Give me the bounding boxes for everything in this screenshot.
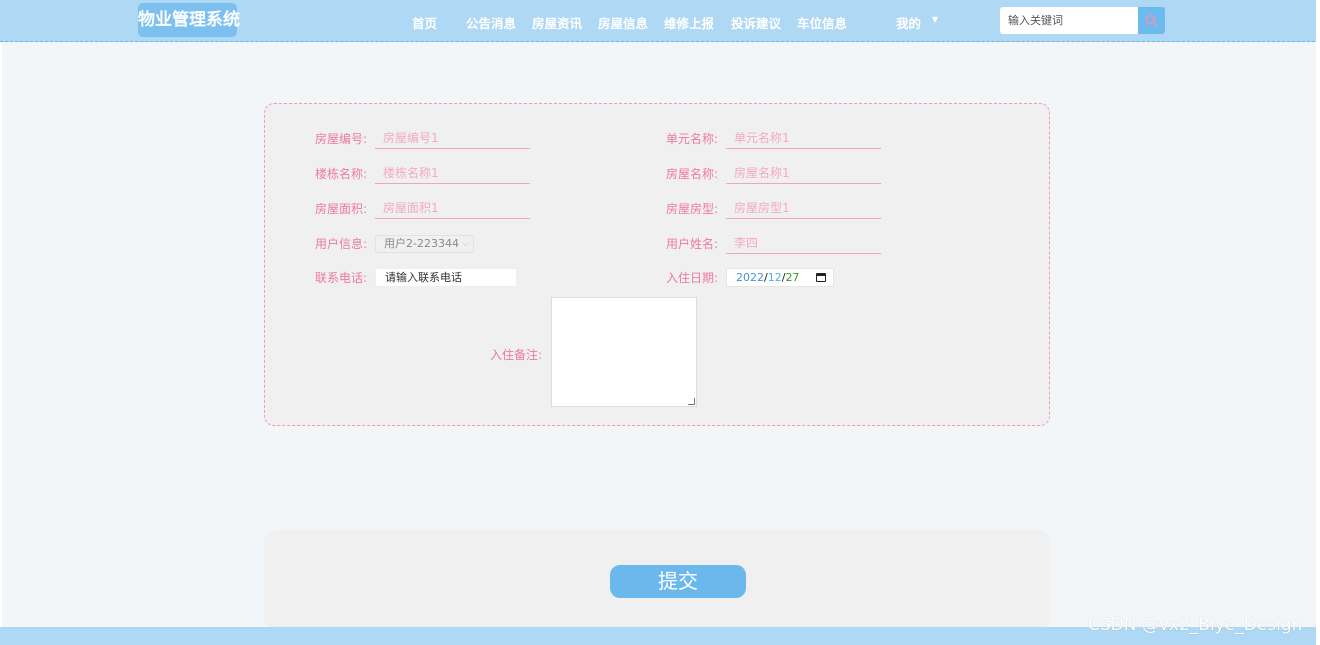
unit-name-field[interactable]: 单元名称1	[726, 129, 881, 149]
site-logo[interactable]: 物业管理系统	[138, 3, 240, 37]
nav-repair-report[interactable]: 维修上报	[664, 13, 714, 32]
chevron-down-icon: ⌵	[462, 239, 469, 249]
phone-label: 联系电话:	[315, 271, 368, 285]
user-name-field[interactable]: 李四	[726, 234, 881, 254]
checkin-date-label: 入住日期:	[666, 271, 719, 285]
checkin-month: 12	[767, 271, 782, 284]
house-no-label: 房屋编号:	[315, 132, 368, 146]
top-navbar: 物业管理系统 首页 公告消息 房屋资讯 房屋信息 维修上报 投诉建议 车位信息 …	[0, 0, 1320, 42]
house-name-field[interactable]: 房屋名称1	[726, 164, 881, 184]
house-type-label: 房屋房型:	[666, 202, 719, 216]
nav-announcements[interactable]: 公告消息	[466, 13, 516, 32]
nav-house-news[interactable]: 房屋资讯	[532, 13, 582, 32]
phone-input[interactable]: 请输入联系电话	[375, 268, 517, 287]
building-field[interactable]: 楼栋名称1	[375, 164, 530, 184]
nav-parking[interactable]: 车位信息	[797, 13, 847, 32]
house-name-label: 房屋名称:	[666, 167, 719, 181]
search-button[interactable]	[1138, 7, 1165, 34]
house-no-field[interactable]: 房屋编号1	[375, 129, 530, 149]
unit-name-label: 单元名称:	[666, 132, 719, 146]
checkin-date-input[interactable]: 2022/12/27	[726, 268, 834, 287]
user-info-label: 用户信息:	[315, 237, 368, 251]
submit-button[interactable]: 提交	[610, 565, 746, 598]
nav-home[interactable]: 首页	[412, 13, 437, 32]
checkin-year: 2022	[736, 271, 764, 284]
page-right-edge	[1316, 0, 1320, 645]
nav-my-account[interactable]: 我的	[896, 13, 921, 32]
building-label: 楼栋名称:	[315, 167, 368, 181]
nav-house-info[interactable]: 房屋信息	[598, 13, 648, 32]
user-info-value: 用户2-223344	[384, 237, 459, 250]
area-label: 房屋面积:	[315, 202, 368, 216]
resize-grip-icon[interactable]	[688, 398, 695, 405]
remark-label: 入住备注:	[490, 348, 543, 362]
calendar-icon[interactable]	[816, 273, 826, 282]
user-info-select[interactable]: 用户2-223344 ⌵	[375, 235, 474, 253]
user-name-label: 用户姓名:	[666, 237, 719, 251]
remark-textarea[interactable]	[551, 297, 697, 407]
nav-complaints[interactable]: 投诉建议	[731, 13, 781, 32]
page-left-edge	[0, 0, 2, 645]
chevron-down-icon[interactable]: ▼	[932, 15, 938, 24]
watermark: CSDN @vx2_Biye_Design	[1088, 615, 1303, 635]
house-type-field[interactable]: 房屋房型1	[726, 199, 881, 219]
checkin-day: 27	[785, 271, 800, 284]
area-field[interactable]: 房屋面积1	[375, 199, 530, 219]
search-icon	[1145, 14, 1158, 27]
search-input[interactable]	[1000, 7, 1138, 34]
